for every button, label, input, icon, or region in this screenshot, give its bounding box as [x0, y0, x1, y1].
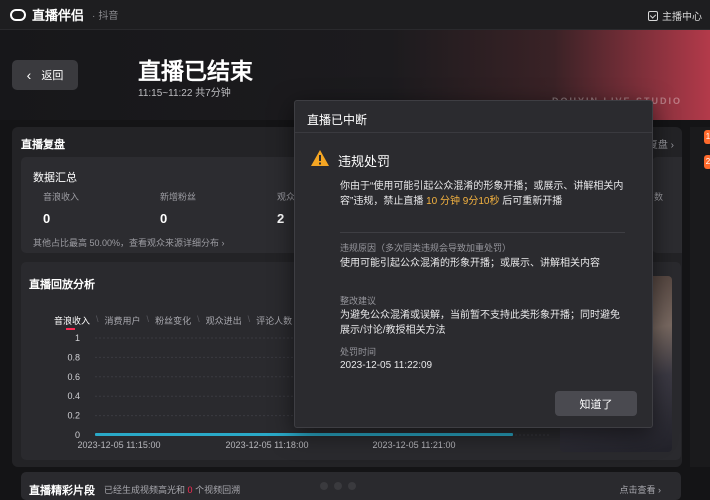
message-suffix: 后可重新开播 — [499, 196, 563, 207]
right-sidebar-strip — [690, 127, 710, 467]
dialog-title: 直播已中断 — [295, 101, 652, 133]
advice-label: 整改建议 — [340, 296, 377, 306]
view-clips-label: 点击查看 — [619, 485, 656, 495]
side-badge: 1 — [704, 130, 710, 144]
bottom-dots — [320, 480, 380, 492]
y-tick-label: 1 — [75, 333, 80, 343]
side-badge: 2 — [704, 155, 710, 169]
advice-value: 为避免公众混淆或误解，当前暂不支持此类形象开播；同时避免展示/讨论/教授相关方法 — [340, 310, 620, 336]
punish-time-label: 处罚时间 — [340, 347, 377, 357]
acknowledge-button[interactable]: 知道了 — [555, 391, 637, 416]
x-tick-label: 2023-12-05 11:18:00 — [226, 440, 309, 450]
clips-description: 已经生成视频高光和 0 个视频回溯 — [104, 483, 240, 496]
clips-count: 0 — [187, 485, 193, 495]
divider — [340, 232, 625, 233]
view-clips-link[interactable]: 点击查看 › — [619, 483, 661, 496]
y-tick-label: 0.8 — [67, 352, 80, 362]
dot-icon — [334, 482, 342, 490]
x-tick-label: 2023-12-05 11:15:00 — [78, 440, 161, 450]
axis-marker — [67, 328, 73, 330]
ban-duration: 10 分钟 9分10秒 — [426, 196, 500, 207]
dialog-subtitle: 违规处罚 — [338, 154, 391, 169]
interruption-dialog: 直播已中断 违规处罚 你由于“使用可能引起公众混淆的形象开播；或展示、讲解相关内… — [294, 100, 653, 428]
violation-message: 你由于“使用可能引起公众混淆的形象开播；或展示、讲解相关内容”违规，禁止直播 1… — [340, 179, 630, 209]
y-tick-label: 0 — [75, 430, 80, 440]
reason-value: 使用可能引起公众混淆的形象开播；或展示、讲解相关内容 — [340, 258, 600, 269]
clips-title: 直播精彩片段 — [29, 485, 95, 497]
warning-icon — [311, 150, 329, 166]
y-tick-label: 0.6 — [67, 372, 80, 382]
y-tick-label: 0.2 — [67, 411, 80, 421]
dot-icon — [320, 482, 328, 490]
punish-time-value: 2023-12-05 11:22:09 — [340, 360, 433, 371]
reason-label: 违规原因（多次同类违规会导致加重处罚） — [340, 243, 512, 253]
clips-desc-prefix: 已经生成视频高光和 — [104, 485, 186, 495]
x-tick-label: 2023-12-05 11:21:00 — [373, 440, 456, 450]
dot-icon — [348, 482, 356, 490]
y-tick-label: 0.4 — [67, 391, 80, 401]
timeline-bar — [95, 433, 513, 436]
clips-desc-suffix: 个视频回溯 — [195, 485, 241, 495]
